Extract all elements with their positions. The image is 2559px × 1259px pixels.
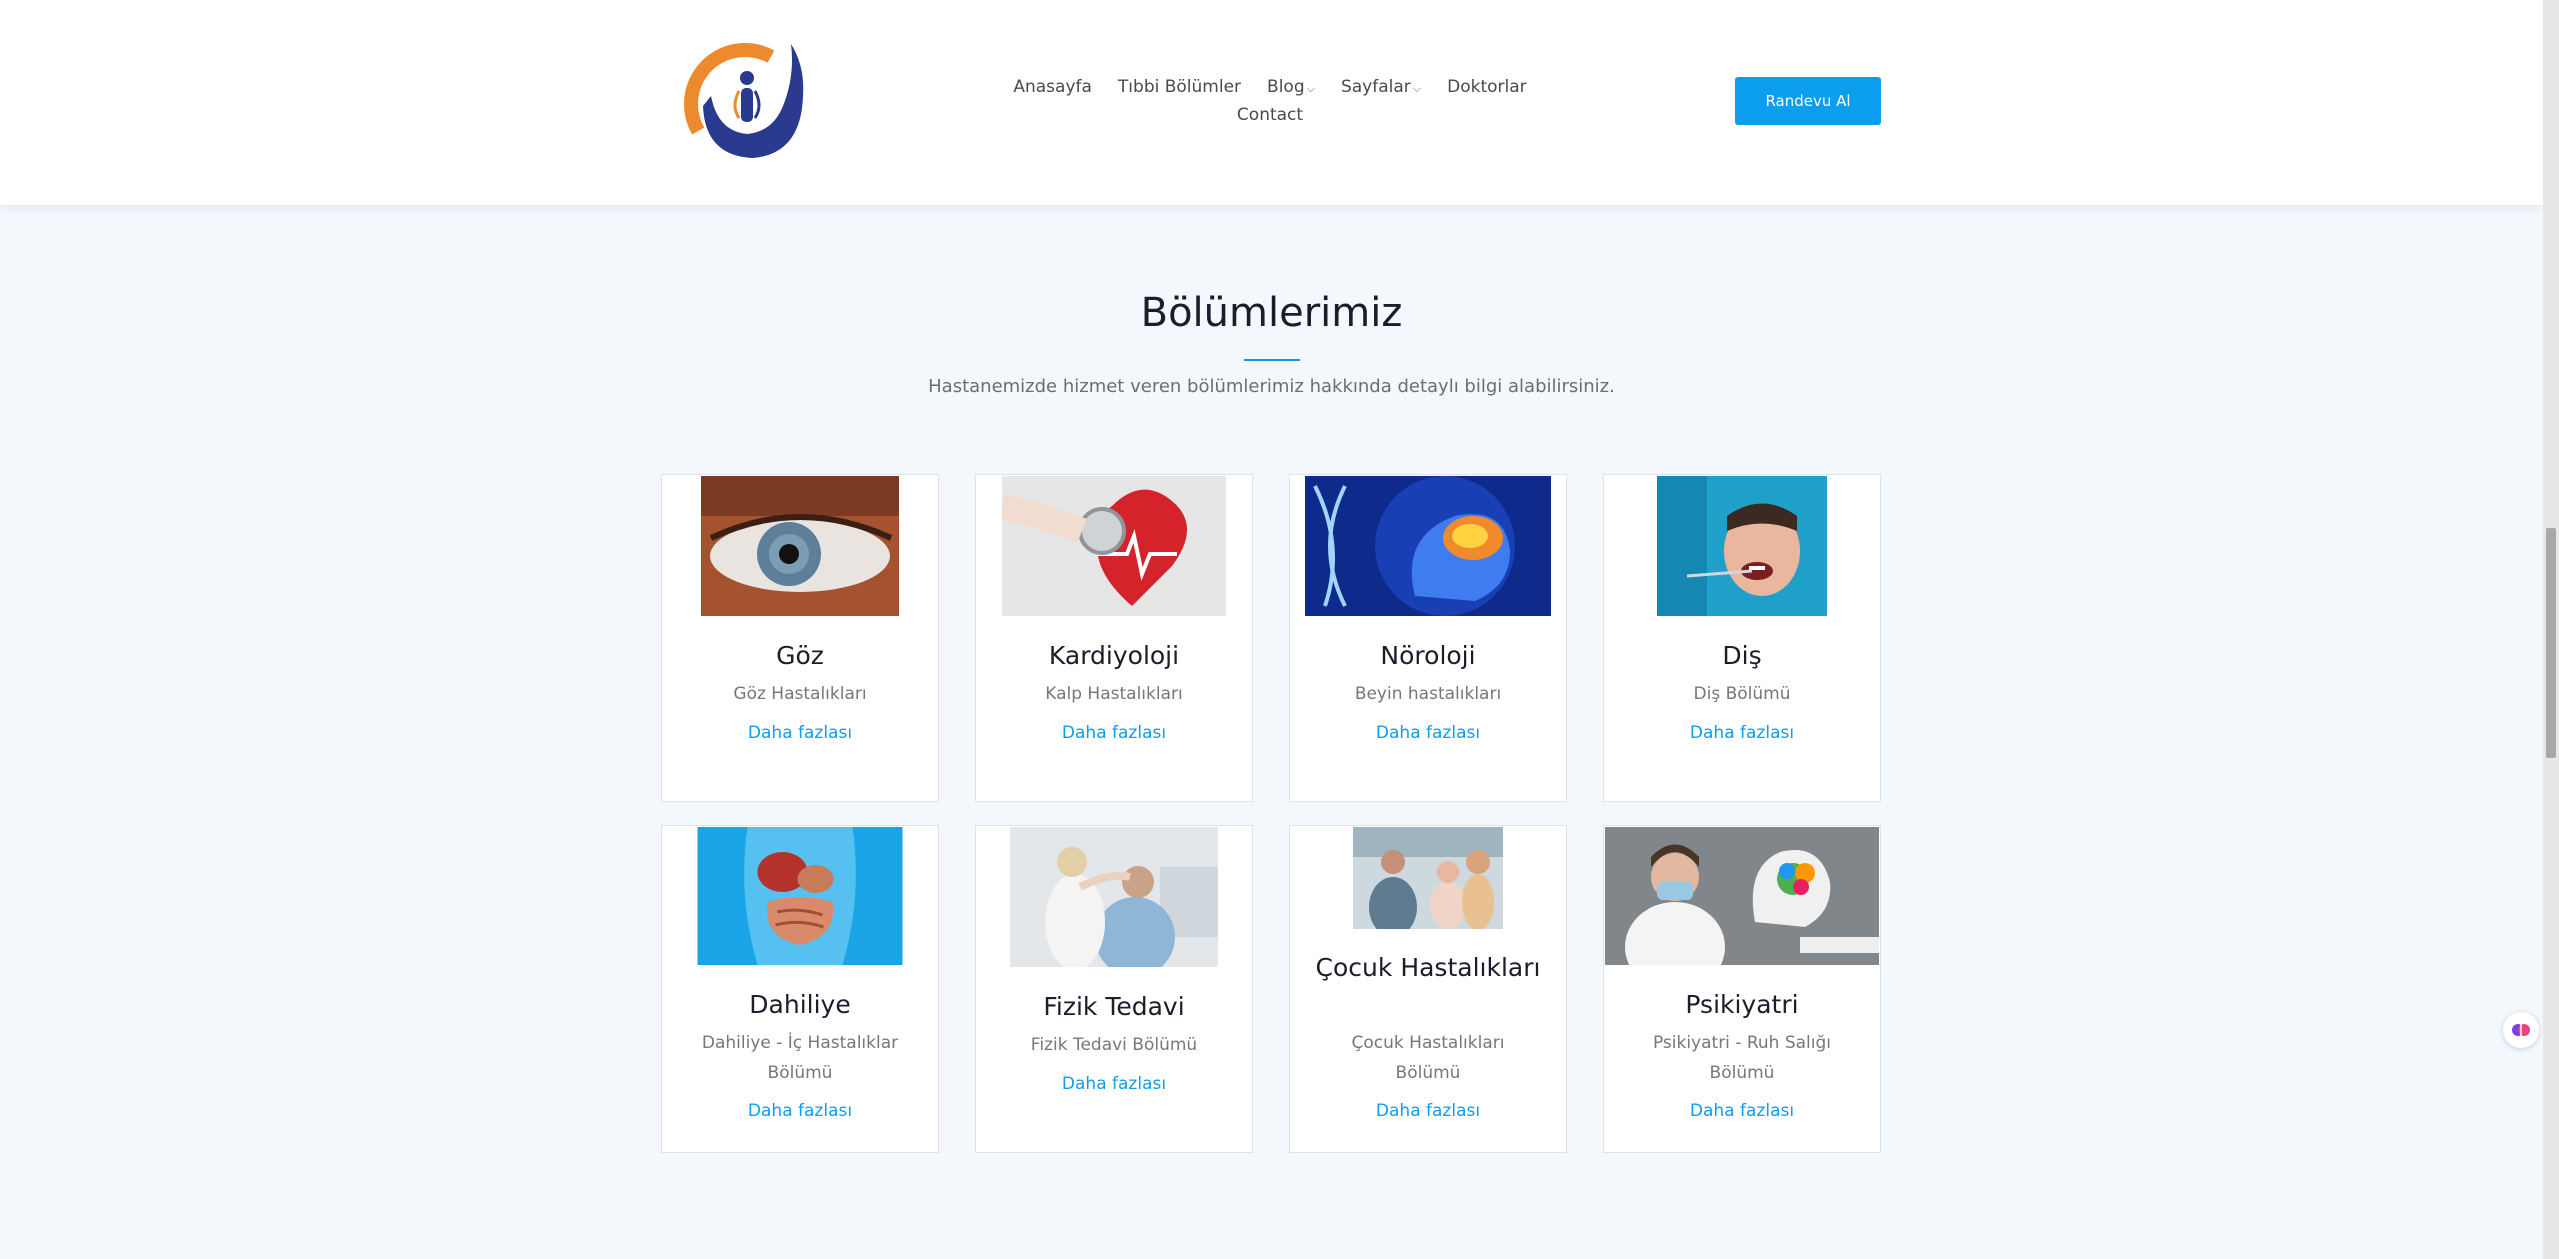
nav-blog-label: Blog <box>1267 77 1305 97</box>
title-divider <box>1244 359 1300 361</box>
physiotherapy-photo <box>1010 827 1218 967</box>
page-scrollbar[interactable] <box>2543 0 2559 1259</box>
card-title: Diş <box>1722 641 1762 670</box>
nav-sayfalar-label: Sayfalar <box>1340 77 1411 97</box>
card-title: Nöroloji <box>1380 641 1476 670</box>
department-card-fizik-tedavi[interactable]: Fizik Tedavi Fizik Tedavi Bölümü Daha fa… <box>975 825 1253 1153</box>
card-more-link[interactable]: Daha fazlası <box>1300 1101 1556 1121</box>
nav-tibbi-bolumler[interactable]: Tıbbi Bölümler <box>1118 74 1241 102</box>
eye-photo <box>701 476 899 616</box>
chevron-down-icon: ⌵ <box>1306 82 1315 95</box>
section-title: Bölümlerimiz <box>1140 290 1403 336</box>
appointment-button[interactable]: Randevu Al <box>1735 77 1881 125</box>
card-description: Dahiliye - İç Hastalıklar Bölümü <box>701 1033 899 1083</box>
card-title: Fizik Tedavi <box>1043 992 1185 1021</box>
card-more-link[interactable]: Daha fazlası <box>672 1101 928 1121</box>
main-nav: Anasayfa Tıbbi Bölümler Blog ⌵ Sayfalar ⌵ … <box>940 74 1600 128</box>
card-title: Dahiliye <box>749 990 851 1019</box>
department-card-psikiyatri[interactable]: Psikiyatri Psikiyatri - Ruh Salığı Bölüm… <box>1603 825 1881 1153</box>
nav-contact[interactable]: Contact <box>1237 102 1303 128</box>
card-description: Fizik Tedavi Bölümü <box>1030 1035 1198 1055</box>
department-card-noroloji[interactable]: Nöroloji Beyin hastalıkları Daha fazlası <box>1289 474 1567 802</box>
department-card-goz[interactable]: Göz Göz Hastalıkları Daha fazlası <box>661 474 939 802</box>
card-description: Çocuk Hastalıkları Bölümü <box>1351 1033 1505 1083</box>
scrollbar-thumb[interactable] <box>2546 528 2556 758</box>
card-more-link[interactable]: Daha fazlası <box>1614 723 1870 743</box>
brain-icon <box>2512 1024 2530 1036</box>
card-title: Çocuk Hastalıkları <box>1315 953 1541 982</box>
department-card-dis[interactable]: Diş Diş Bölümü Daha fazlası <box>1603 474 1881 802</box>
card-title: Psikiyatri <box>1685 990 1799 1019</box>
nav-doktorlar[interactable]: Doktorlar <box>1447 74 1527 102</box>
department-card-dahiliye[interactable]: Dahiliye Dahiliye - İç Hastalıklar Bölüm… <box>661 825 939 1153</box>
section-subtitle: Hastanemizde hizmet veren bölümlerimiz h… <box>928 376 1615 397</box>
card-more-link[interactable]: Daha fazlası <box>986 723 1242 743</box>
nav-blog[interactable]: Blog ⌵ <box>1267 74 1315 102</box>
nav-sayfalar[interactable]: Sayfalar ⌵ <box>1341 74 1421 102</box>
card-description: Göz Hastalıkları <box>733 684 867 704</box>
card-description: Beyin hastalıkları <box>1354 684 1502 704</box>
card-more-link[interactable]: Daha fazlası <box>986 1074 1242 1094</box>
floating-widget-button[interactable] <box>2503 1012 2539 1048</box>
chevron-down-icon: ⌵ <box>1412 82 1422 95</box>
card-more-link[interactable]: Daha fazlası <box>1300 723 1556 743</box>
card-title: Göz <box>776 641 824 670</box>
card-more-link[interactable]: Daha fazlası <box>1614 1101 1870 1121</box>
brain-dna-photo <box>1305 476 1551 616</box>
department-card-cocuk-hastaliklari[interactable]: Çocuk Hastalıkları Çocuk Hastalıkları Bö… <box>1289 825 1567 1153</box>
card-title: Kardiyoloji <box>1048 641 1180 670</box>
pediatrics-photo <box>1353 827 1503 929</box>
psychiatry-photo <box>1605 827 1879 965</box>
department-card-kardiyoloji[interactable]: Kardiyoloji Kalp Hastalıkları Daha fazla… <box>975 474 1253 802</box>
nav-anasayfa[interactable]: Anasayfa <box>1013 74 1092 102</box>
site-header: Anasayfa Tıbbi Bölümler Blog ⌵ Sayfalar ⌵ … <box>0 0 2543 205</box>
stethoscope-heart-photo <box>1002 476 1226 616</box>
card-description: Kalp Hastalıkları <box>1045 684 1183 704</box>
internal-organs-photo <box>697 827 903 965</box>
card-description: Diş Bölümü <box>1693 684 1791 704</box>
dentist-photo <box>1657 476 1827 616</box>
card-more-link[interactable]: Daha fazlası <box>672 723 928 743</box>
card-description: Psikiyatri - Ruh Salığı Bölümü <box>1652 1033 1832 1083</box>
hospital-logo[interactable] <box>683 36 818 166</box>
